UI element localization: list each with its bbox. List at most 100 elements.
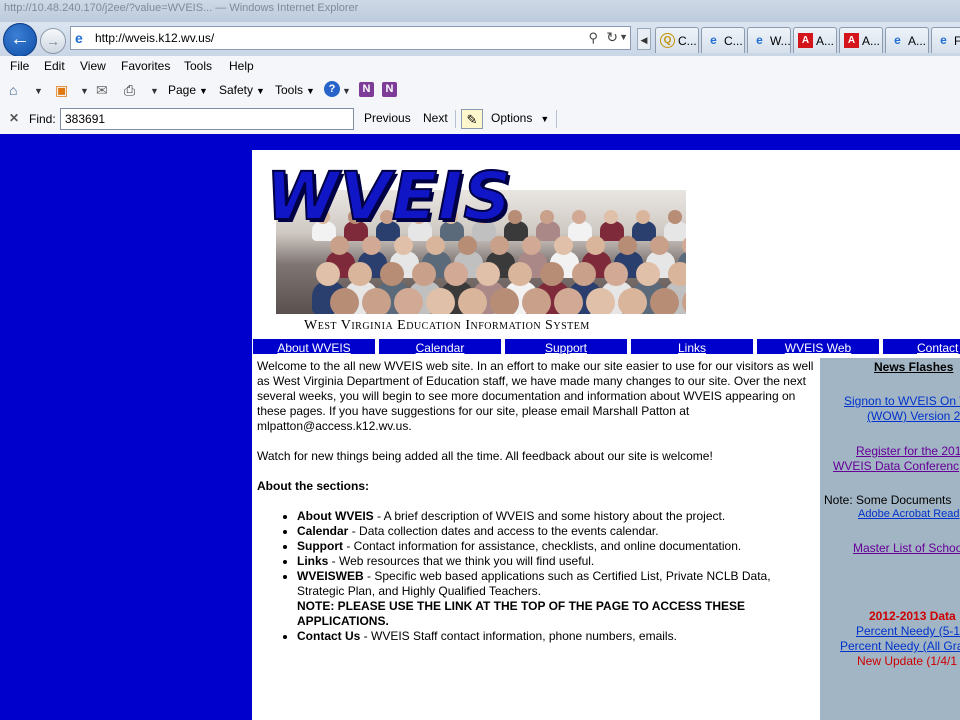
refresh-icon[interactable]: ↻: [606, 29, 618, 46]
watch-paragraph: Watch for new things being added all the…: [257, 449, 713, 463]
master-list-schools-link[interactable]: Master List of Schoo: [853, 541, 960, 555]
photo-figure-head: [636, 262, 660, 286]
chevron-down-icon[interactable]: ▼: [619, 32, 628, 42]
browser-tab[interactable]: Q C...: [655, 27, 699, 53]
nav-links[interactable]: Links: [630, 338, 754, 355]
nav-contact[interactable]: Contact: [882, 338, 960, 355]
nav-calendar[interactable]: Calendar: [378, 338, 502, 355]
percent-needy-all-link[interactable]: Percent Needy (All Gra: [840, 639, 960, 653]
tools-menu-label: Tools: [275, 83, 304, 97]
section-desc: - Web resources that we think you will f…: [328, 554, 595, 568]
photo-figure-head: [458, 288, 487, 314]
browser-tab[interactable]: e F...: [931, 27, 960, 53]
content-area: WVEIS West Virginia Education Informatio…: [252, 150, 960, 720]
rss-feed-icon[interactable]: ▣: [55, 82, 68, 99]
web-page: WVEIS West Virginia Education Informatio…: [0, 134, 960, 720]
ie-page-icon: e: [710, 33, 717, 47]
tab-scroll-left-button[interactable]: ◀: [637, 28, 651, 50]
onenote-linked-icon[interactable]: N: [382, 82, 397, 97]
chevron-down-icon[interactable]: ▼: [150, 86, 159, 96]
find-input[interactable]: [60, 108, 354, 130]
close-icon[interactable]: ✕: [9, 111, 19, 125]
photo-figure-head: [636, 210, 650, 224]
print-icon[interactable]: ⎙: [124, 82, 135, 99]
nav-about-wveis[interactable]: About WVEIS: [252, 338, 376, 355]
photo-figure-head: [444, 262, 468, 286]
divider: [455, 110, 456, 128]
menu-view[interactable]: View: [80, 59, 106, 73]
safety-menu-button[interactable]: Safety ▼: [219, 83, 265, 97]
back-button[interactable]: ←: [3, 23, 37, 57]
home-icon[interactable]: ⌂: [9, 82, 17, 98]
browser-tab[interactable]: e W...: [747, 27, 791, 53]
section-name: Support: [297, 539, 343, 553]
nav-wveis-web-label: WVEIS Web: [784, 341, 852, 355]
forward-button[interactable]: →: [40, 28, 66, 54]
photo-figure-head: [362, 236, 381, 255]
section-desc: - Specific web based applications such a…: [297, 569, 771, 598]
photo-figure-head: [490, 288, 519, 314]
browser-tab[interactable]: A A...: [793, 27, 837, 53]
chevron-down-icon[interactable]: ▼: [34, 86, 43, 96]
ie-page-icon: e: [940, 33, 947, 47]
photo-figure-head: [668, 210, 682, 224]
menu-tools[interactable]: Tools: [184, 59, 212, 73]
section-name: About WVEIS: [297, 509, 374, 523]
menu-edit[interactable]: Edit: [44, 59, 65, 73]
photo-figure-head: [540, 262, 564, 286]
browser-tab[interactable]: A A...: [839, 27, 883, 53]
photo-figure-head: [508, 262, 532, 286]
window-title-bar: http://10.48.240.170/j2ee/?value=WVEIS..…: [0, 0, 960, 22]
chevron-down-icon[interactable]: ▼: [80, 86, 89, 96]
data-year-heading: 2012-2013 Data: [869, 609, 956, 623]
menu-file[interactable]: File: [10, 59, 29, 73]
browser-tab[interactable]: e C...: [701, 27, 745, 53]
menu-favorites[interactable]: Favorites: [121, 59, 170, 73]
photo-figure-head: [668, 262, 686, 286]
register-conference-link-line2[interactable]: WVEIS Data Conferenc: [833, 459, 960, 473]
chevron-down-icon: ▼: [306, 86, 315, 96]
tab-label: A...: [862, 34, 881, 48]
photo-figure-head: [618, 236, 637, 255]
page-menu-label: Page: [168, 83, 197, 97]
nav-support[interactable]: Support: [504, 338, 628, 355]
search-icon[interactable]: ⚲: [588, 30, 598, 46]
photo-figure-head: [522, 288, 551, 314]
nav-wveis-web[interactable]: WVEIS Web: [756, 338, 880, 355]
list-item: Support - Contact information for assist…: [297, 539, 817, 554]
signon-wow-link[interactable]: Signon to WVEIS On W: [844, 394, 960, 408]
welcome-paragraph: Welcome to the all new WVEIS web site. I…: [257, 359, 814, 433]
highlight-icon[interactable]: ✎: [461, 109, 483, 129]
chevron-down-icon[interactable]: ▼: [342, 86, 351, 96]
find-bar: ✕ Find: Previous Next ✎ Options ▼: [0, 104, 960, 135]
percent-needy-link[interactable]: Percent Needy (5-1: [856, 624, 960, 638]
tab-label: W...: [770, 34, 791, 48]
documents-note: Note: Some Documents: [824, 493, 952, 507]
chevron-down-icon: ▼: [199, 86, 208, 96]
site-navigation: About WVEIS Calendar Support Links WVEIS…: [252, 338, 960, 355]
signon-wow-link-line2[interactable]: (WOW) Version 2: [867, 409, 960, 423]
sections-list: About WVEIS - A brief description of WVE…: [257, 509, 817, 644]
menu-help[interactable]: Help: [229, 59, 254, 73]
photo-figure-head: [380, 262, 404, 286]
photo-figure-head: [426, 236, 445, 255]
find-options-button[interactable]: Options ▼: [491, 111, 549, 125]
register-conference-link[interactable]: Register for the 201: [856, 444, 960, 458]
tools-menu-button[interactable]: Tools ▼: [275, 83, 315, 97]
nav-contact-label: Contact: [917, 341, 959, 355]
photo-figure-head: [554, 288, 583, 314]
help-icon[interactable]: ?: [324, 81, 340, 97]
onenote-icon[interactable]: N: [359, 82, 374, 97]
find-previous-button[interactable]: Previous: [364, 111, 411, 125]
section-desc: - Contact information for assistance, ch…: [343, 539, 742, 553]
address-bar[interactable]: e http://wveis.k12.wv.us/ ⚲ ↻ ▼: [70, 26, 631, 50]
page-menu-button[interactable]: Page ▼: [168, 83, 208, 97]
find-next-button[interactable]: Next: [423, 111, 448, 125]
browser-tab[interactable]: e A...: [885, 27, 929, 53]
list-item: Links - Web resources that we think you …: [297, 554, 817, 569]
mail-icon[interactable]: ✉: [96, 82, 108, 99]
photo-figure-head: [604, 262, 628, 286]
adobe-acrobat-link[interactable]: Adobe Acrobat Read: [858, 508, 960, 520]
photo-figure-head: [586, 236, 605, 255]
address-url[interactable]: http://wveis.k12.wv.us/: [95, 31, 214, 45]
